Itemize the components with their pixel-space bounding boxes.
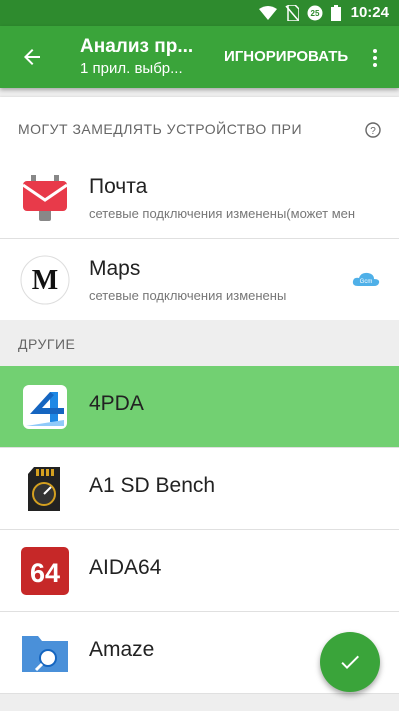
checkmark-icon (341, 655, 359, 669)
list-item[interactable]: M Maps сетевые подключения изменены Gcm (0, 239, 399, 320)
wifi-icon (259, 6, 277, 20)
svg-text:?: ? (370, 126, 376, 137)
svg-text:64: 64 (30, 558, 60, 588)
folder-search-icon (22, 636, 68, 672)
app-name: 4PDA (89, 392, 144, 415)
section-header: МОГУТ ЗАМЕДЛЯТЬ УСТРОЙСТВО ПРИ ? (0, 97, 399, 157)
gcm-cloud-icon: Gcm (352, 272, 380, 286)
list-item[interactable]: Почта сетевые подключения изменены(может… (0, 157, 399, 239)
confirm-fab-button[interactable] (320, 632, 380, 692)
ignore-button[interactable]: ИГНОРИРОВАТЬ (224, 48, 348, 65)
app-description: сетевые подключения изменены (89, 288, 287, 303)
app-name: A1 SD Bench (89, 474, 216, 497)
section-header-label: МОГУТ ЗАМЕДЛЯТЬ УСТРОЙСТВО ПРИ (18, 121, 303, 137)
aida64-icon: 64 (21, 547, 69, 595)
app-name: AIDA64 (89, 556, 162, 579)
page-subtitle: 1 прил. выбр... (80, 60, 183, 77)
svg-text:25: 25 (311, 9, 320, 18)
page-title: Анализ пр... (80, 36, 194, 57)
section-header: ДРУГИЕ (0, 324, 399, 366)
list-item[interactable]: 4PDA (0, 366, 399, 448)
4pda-icon (23, 385, 67, 429)
section-header-label: ДРУГИЕ (18, 336, 76, 352)
help-icon[interactable]: ? (365, 122, 381, 138)
sd-card-icon (28, 467, 60, 511)
list-item[interactable]: A1 SD Bench (0, 448, 399, 530)
battery-icon (331, 5, 341, 21)
app-name: Maps (89, 257, 141, 280)
svg-text:Gcm: Gcm (360, 279, 373, 285)
clock: 10:24 (350, 4, 389, 21)
no-sim-icon (285, 5, 299, 21)
app-description: сетевые подключения изменены(может мен (89, 206, 356, 221)
svg-text:M: M (32, 265, 58, 296)
app-bar: Анализ пр... 1 прил. выбр... ИГНОРИРОВАТ… (0, 26, 399, 88)
app-name: Почта (89, 175, 148, 198)
mail-icon (22, 175, 68, 221)
section-slow-apps: МОГУТ ЗАМЕДЛЯТЬ УСТРОЙСТВО ПРИ ? Почта с… (0, 97, 399, 320)
title-box: Анализ пр... 1 прил. выбр... (80, 36, 210, 77)
more-vert-icon[interactable] (363, 46, 387, 70)
status-bar: 25 10:24 (0, 0, 399, 26)
notification-count-icon: 25 (307, 5, 323, 21)
app-name: Amaze (89, 638, 155, 661)
list-item[interactable]: 64 AIDA64 (0, 530, 399, 612)
maps-icon: M (20, 255, 70, 305)
back-arrow-icon[interactable] (20, 45, 44, 69)
